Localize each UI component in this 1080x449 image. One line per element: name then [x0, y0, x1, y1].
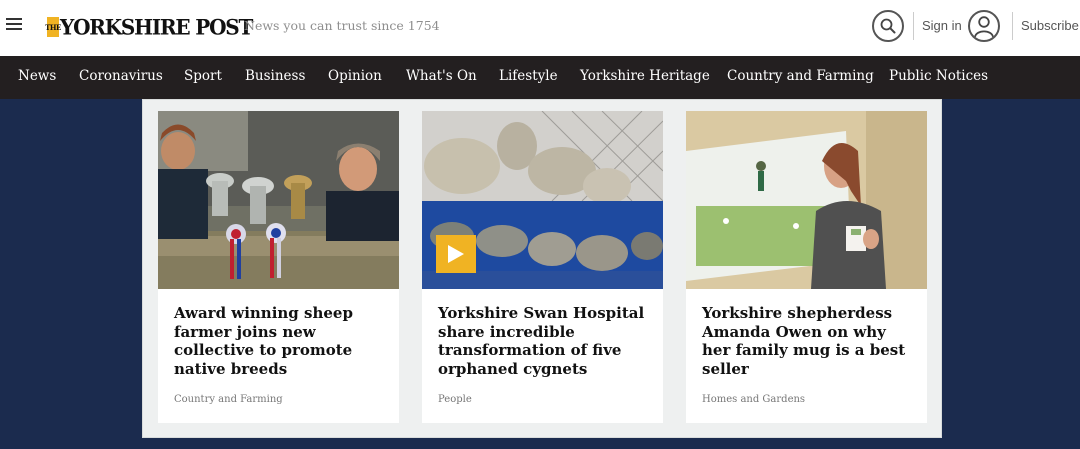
story-category[interactable]: Country and Farming [174, 394, 283, 405]
nav-item-coronavirus[interactable]: Coronavirus [79, 68, 163, 84]
header-divider [913, 12, 914, 40]
story-category[interactable]: People [438, 394, 472, 405]
nav-item-public-notices[interactable]: Public Notices [889, 68, 988, 84]
nav-item-yorkshire-heritage[interactable]: Yorkshire Heritage [580, 68, 710, 84]
story-card[interactable]: Award winning sheep farmer joins new col… [158, 111, 399, 423]
nav-item-whats-on[interactable]: What's On [406, 68, 477, 84]
story-image-shepherdess[interactable] [686, 111, 927, 289]
story-headline[interactable]: Award winning sheep farmer joins new col… [174, 304, 389, 378]
nav-item-country-and-farming[interactable]: Country and Farming [727, 68, 874, 84]
subscribe-link[interactable]: Subscribe [1021, 18, 1079, 33]
search-icon[interactable] [872, 10, 904, 42]
sign-in-link[interactable]: Sign in [922, 18, 962, 33]
nav-item-opinion[interactable]: Opinion [328, 68, 382, 84]
nav-item-sport[interactable]: Sport [184, 68, 222, 84]
main-navigation: News Coronavirus Sport Business Opinion … [0, 56, 1080, 99]
site-logo[interactable]: THE YORKSHIRE POST [45, 14, 253, 40]
site-tagline: News you can trust since 1754 [244, 18, 440, 33]
story-headline[interactable]: Yorkshire shepherdess Amanda Owen on why… [702, 304, 917, 378]
site-header: THE YORKSHIRE POST News you can trust si… [0, 0, 1080, 56]
story-image-farmer[interactable] [158, 111, 399, 289]
hamburger-menu-icon[interactable] [6, 18, 22, 32]
header-divider [1012, 12, 1013, 40]
logo-the-mark: THE [45, 17, 61, 37]
nav-item-business[interactable]: Business [245, 68, 305, 84]
story-category[interactable]: Homes and Gardens [702, 394, 805, 405]
logo-wordmark: YORKSHIRE POST [60, 14, 253, 40]
story-panel: Award winning sheep farmer joins new col… [142, 99, 942, 438]
nav-item-lifestyle[interactable]: Lifestyle [499, 68, 558, 84]
story-card[interactable]: Yorkshire Swan Hospital share incredible… [422, 111, 663, 423]
video-play-icon[interactable] [436, 235, 476, 273]
story-card[interactable]: Yorkshire shepherdess Amanda Owen on why… [686, 111, 927, 423]
user-account-icon[interactable] [968, 10, 1000, 42]
story-headline[interactable]: Yorkshire Swan Hospital share incredible… [438, 304, 653, 378]
nav-item-news[interactable]: News [18, 68, 56, 84]
